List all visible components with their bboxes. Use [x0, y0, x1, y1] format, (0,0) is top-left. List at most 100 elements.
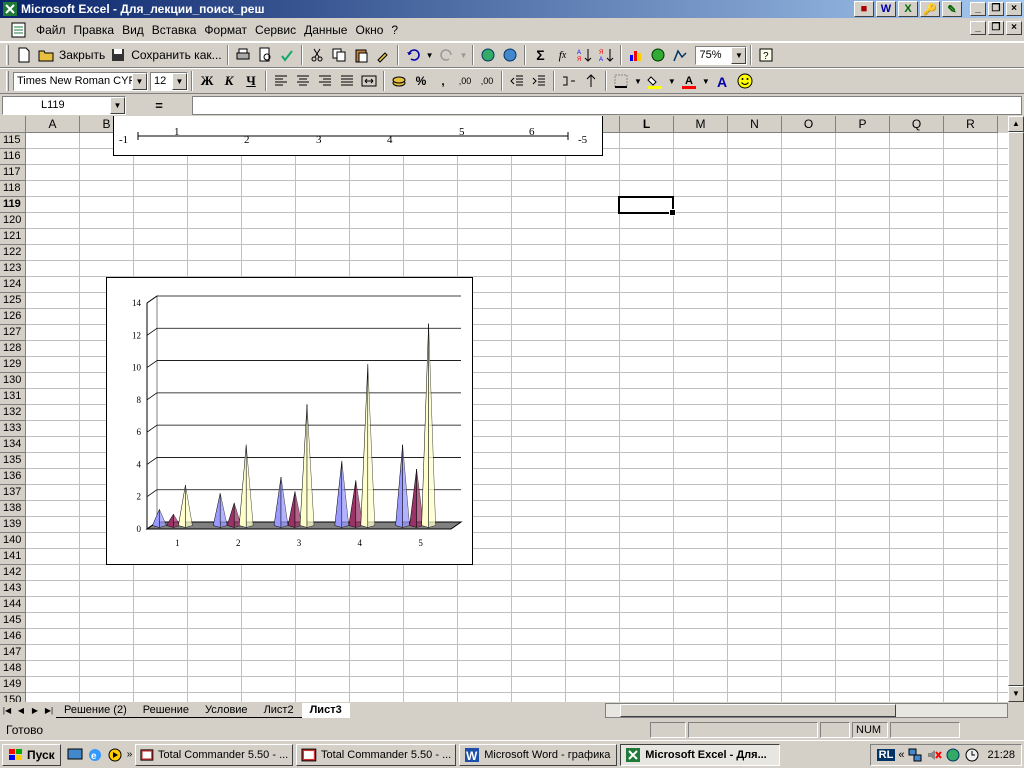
redo-button[interactable]	[436, 45, 458, 65]
redo-dropdown[interactable]: ▼	[458, 45, 470, 65]
minimize-button[interactable]: _	[970, 2, 986, 16]
menu-window[interactable]: Окно	[351, 23, 387, 37]
align-right-button[interactable]	[314, 71, 336, 91]
row-header[interactable]: 138	[0, 501, 26, 517]
tray-expand-chevron-icon[interactable]: «	[898, 749, 904, 761]
font-name-select[interactable]: Times New Roman CYR ▼	[13, 71, 148, 91]
select-all-corner[interactable]	[0, 116, 26, 133]
row-header[interactable]: 135	[0, 453, 26, 469]
chevron-down-icon[interactable]: ▼	[172, 72, 187, 90]
new-file-button[interactable]	[13, 45, 35, 65]
next-sheet-button[interactable]: ▶	[28, 704, 42, 718]
task-total-commander-1[interactable]: Total Commander 5.50 - ...	[135, 743, 294, 766]
task-excel[interactable]: Microsoft Excel - Для...	[620, 743, 781, 766]
row-header[interactable]: 123	[0, 261, 26, 277]
column-header[interactable]: L	[620, 116, 674, 133]
function-button[interactable]: fx	[551, 45, 573, 65]
row-header[interactable]: 146	[0, 629, 26, 645]
font-size-up-button[interactable]: A	[712, 71, 734, 91]
row-header[interactable]: 129	[0, 357, 26, 373]
decrease-decimal-button[interactable]: ,00	[476, 71, 498, 91]
row-header[interactable]: 116	[0, 149, 26, 165]
undo-dropdown[interactable]: ▼	[424, 45, 436, 65]
save-button[interactable]	[107, 45, 129, 65]
last-sheet-button[interactable]: ▶|	[42, 704, 56, 718]
horizontal-scroll-thumb[interactable]	[620, 704, 896, 717]
row-header[interactable]: 137	[0, 485, 26, 501]
row-header[interactable]: 149	[0, 677, 26, 693]
fill-color-dropdown[interactable]: ▼	[666, 71, 678, 91]
smiley-button[interactable]	[734, 71, 756, 91]
borders-dropdown[interactable]: ▼	[632, 71, 644, 91]
web-toolbar-button[interactable]	[499, 45, 521, 65]
pen-shortcut-icon[interactable]: ✎	[942, 1, 962, 17]
precedents-button[interactable]	[558, 71, 580, 91]
bold-button[interactable]: Ж	[196, 71, 218, 91]
row-header[interactable]: 147	[0, 645, 26, 661]
start-button[interactable]: Пуск	[2, 743, 61, 766]
print-preview-button[interactable]	[254, 45, 276, 65]
office-assistant-button[interactable]: ?	[755, 45, 777, 65]
row-header[interactable]: 142	[0, 565, 26, 581]
vertical-scrollbar[interactable]: ▲ ▼	[1008, 116, 1024, 702]
menu-edit[interactable]: Правка	[70, 23, 119, 37]
row-header[interactable]: 124	[0, 277, 26, 293]
borders-button[interactable]	[610, 71, 632, 91]
equals-sign[interactable]: =	[126, 98, 192, 113]
column-header[interactable]: Q	[890, 116, 944, 133]
row-header[interactable]: 127	[0, 325, 26, 341]
print-button[interactable]	[232, 45, 254, 65]
align-center-button[interactable]	[292, 71, 314, 91]
desktop-icon[interactable]	[67, 747, 83, 763]
globe-tray-icon[interactable]	[945, 747, 961, 763]
italic-button[interactable]: К	[218, 71, 240, 91]
font-size-select[interactable]: 12 ▼	[150, 71, 188, 91]
menu-insert[interactable]: Вставка	[148, 23, 201, 37]
toolbar-grip[interactable]	[6, 71, 9, 91]
menu-data[interactable]: Данные	[300, 23, 351, 37]
chevron-down-icon[interactable]: ▼	[110, 96, 125, 114]
network-icon[interactable]	[907, 747, 923, 763]
spelling-button[interactable]	[276, 45, 298, 65]
task-total-commander-2[interactable]: Total Commander 5.50 - ...	[296, 743, 457, 766]
zoom-select[interactable]: 75% ▼	[695, 45, 748, 65]
row-header[interactable]: 119	[0, 197, 26, 213]
row-header[interactable]: 128	[0, 341, 26, 357]
hyperlink-button[interactable]	[477, 45, 499, 65]
menu-help[interactable]: ?	[387, 23, 402, 37]
column-header[interactable]: N	[728, 116, 782, 133]
doc-restore-button[interactable]: ❐	[988, 21, 1004, 35]
row-header[interactable]: 126	[0, 309, 26, 325]
internet-explorer-icon[interactable]: e	[87, 747, 103, 763]
menu-tools[interactable]: Сервис	[251, 23, 300, 37]
word-shortcut-icon[interactable]: W	[876, 1, 896, 17]
fill-color-button[interactable]	[644, 71, 666, 91]
scroll-down-button[interactable]: ▼	[1008, 686, 1024, 702]
language-indicator[interactable]: RL	[876, 749, 896, 761]
drawing-button[interactable]	[669, 45, 691, 65]
merge-center-button[interactable]	[358, 71, 380, 91]
row-header[interactable]: 115	[0, 133, 26, 149]
cut-button[interactable]	[306, 45, 328, 65]
open-file-button[interactable]	[35, 45, 57, 65]
increase-decimal-button[interactable]: ,00	[454, 71, 476, 91]
chevron-down-icon[interactable]: ▼	[731, 46, 747, 64]
row-header[interactable]: 121	[0, 229, 26, 245]
row-header[interactable]: 130	[0, 373, 26, 389]
increase-indent-button[interactable]	[528, 71, 550, 91]
row-header[interactable]: 117	[0, 165, 26, 181]
font-color-button[interactable]: A	[678, 71, 700, 91]
document-icon[interactable]	[10, 21, 28, 39]
currency-button[interactable]	[388, 71, 410, 91]
prev-sheet-button[interactable]: ◀	[14, 704, 28, 718]
volume-muted-icon[interactable]	[926, 747, 943, 763]
row-header[interactable]: 148	[0, 661, 26, 677]
column-header[interactable]: A	[26, 116, 80, 133]
font-color-dropdown[interactable]: ▼	[700, 71, 712, 91]
excel-shortcut-icon[interactable]: X	[898, 1, 918, 17]
sheet-tab[interactable]: Лист2	[255, 703, 302, 718]
menu-format[interactable]: Формат	[200, 23, 251, 37]
dependents-button[interactable]	[580, 71, 602, 91]
scroll-up-button[interactable]: ▲	[1008, 116, 1024, 132]
row-header[interactable]: 145	[0, 613, 26, 629]
